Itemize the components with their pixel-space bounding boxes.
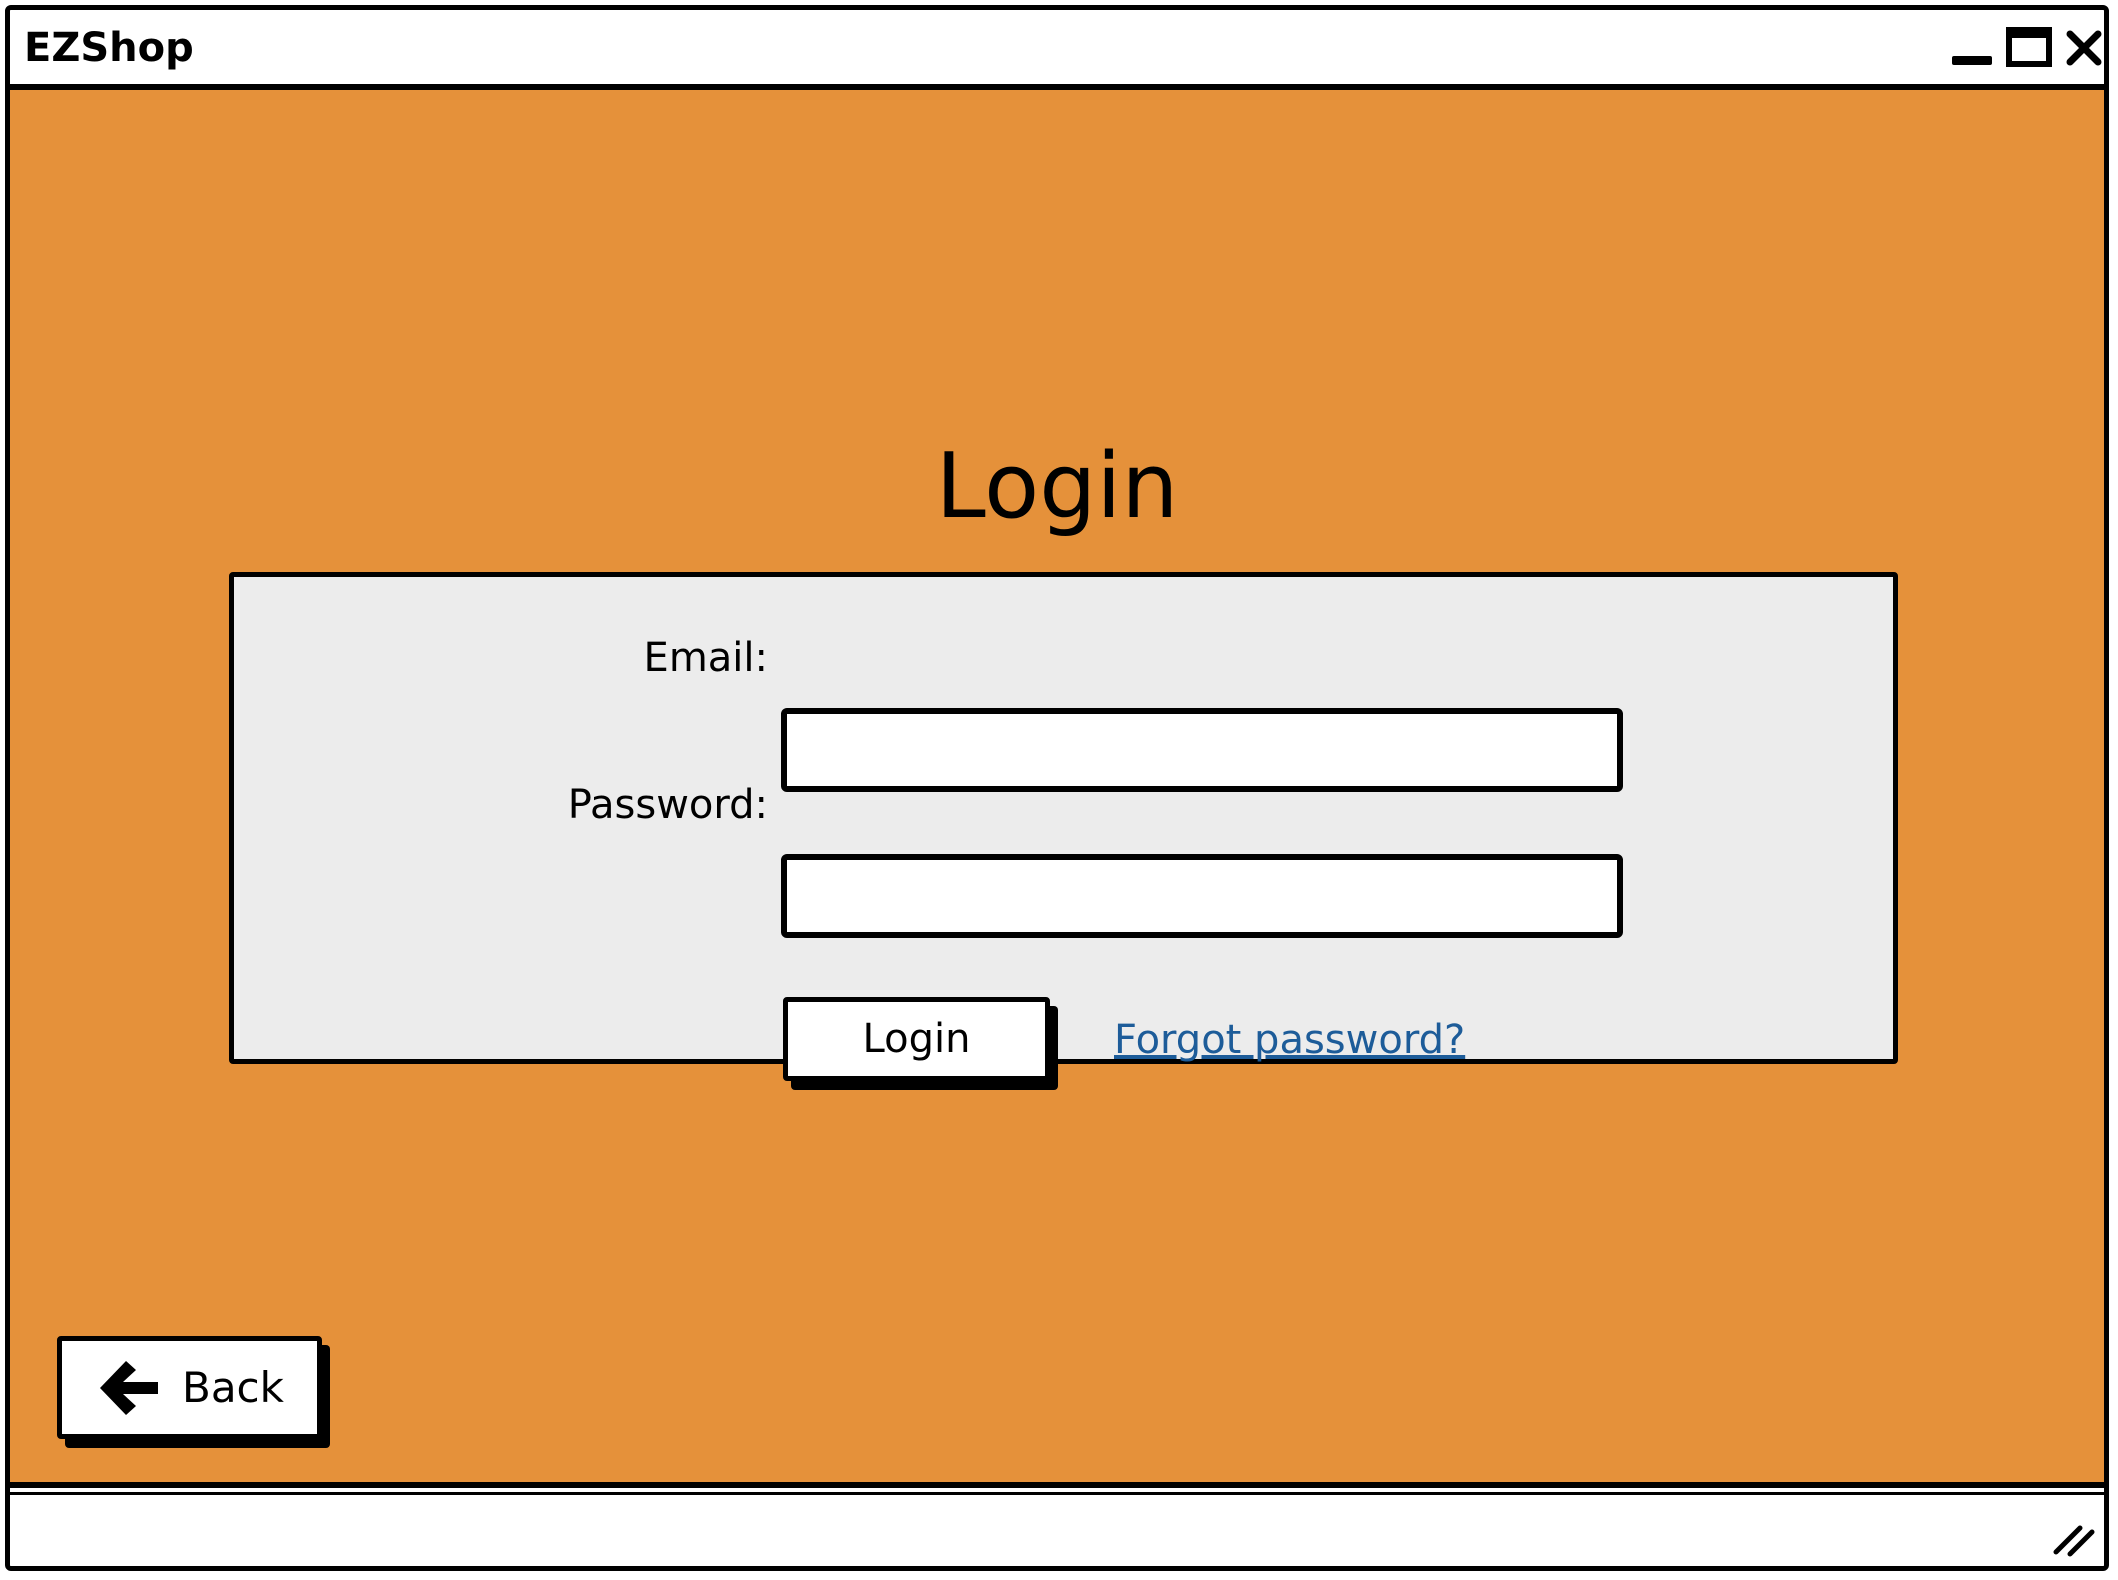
password-field[interactable] xyxy=(781,854,1623,938)
email-label: Email: xyxy=(643,635,768,681)
page-title: Login xyxy=(935,434,1179,539)
resize-grip-icon xyxy=(2053,1525,2095,1557)
back-button-label: Back xyxy=(182,1363,284,1412)
title-bar: EZShop xyxy=(10,10,2104,90)
maximize-icon xyxy=(2006,27,2052,67)
login-form-panel: Email: Password: Login Forgot password? xyxy=(229,572,1898,1081)
email-field[interactable] xyxy=(781,708,1623,792)
resize-grip[interactable] xyxy=(2050,1514,2098,1558)
app-title: EZShop xyxy=(24,25,194,71)
maximize-button[interactable] xyxy=(2005,26,2053,70)
minimize-button[interactable] xyxy=(1948,26,1996,70)
arrow-left-icon xyxy=(100,1360,158,1415)
forgot-password-link[interactable]: Forgot password? xyxy=(1114,1015,1465,1065)
close-button[interactable] xyxy=(2060,26,2104,70)
login-screen: Login Email: Password: Login Forgot pass… xyxy=(10,90,2104,1492)
app-window: EZShop Login Email: Password: Login Forg… xyxy=(5,5,2109,1571)
status-bar xyxy=(10,1482,2104,1566)
back-button[interactable]: Back xyxy=(57,1336,322,1439)
close-icon xyxy=(2066,30,2102,66)
minimize-icon xyxy=(1952,56,1992,65)
password-label: Password: xyxy=(567,782,768,828)
login-button[interactable]: Login xyxy=(783,997,1050,1081)
